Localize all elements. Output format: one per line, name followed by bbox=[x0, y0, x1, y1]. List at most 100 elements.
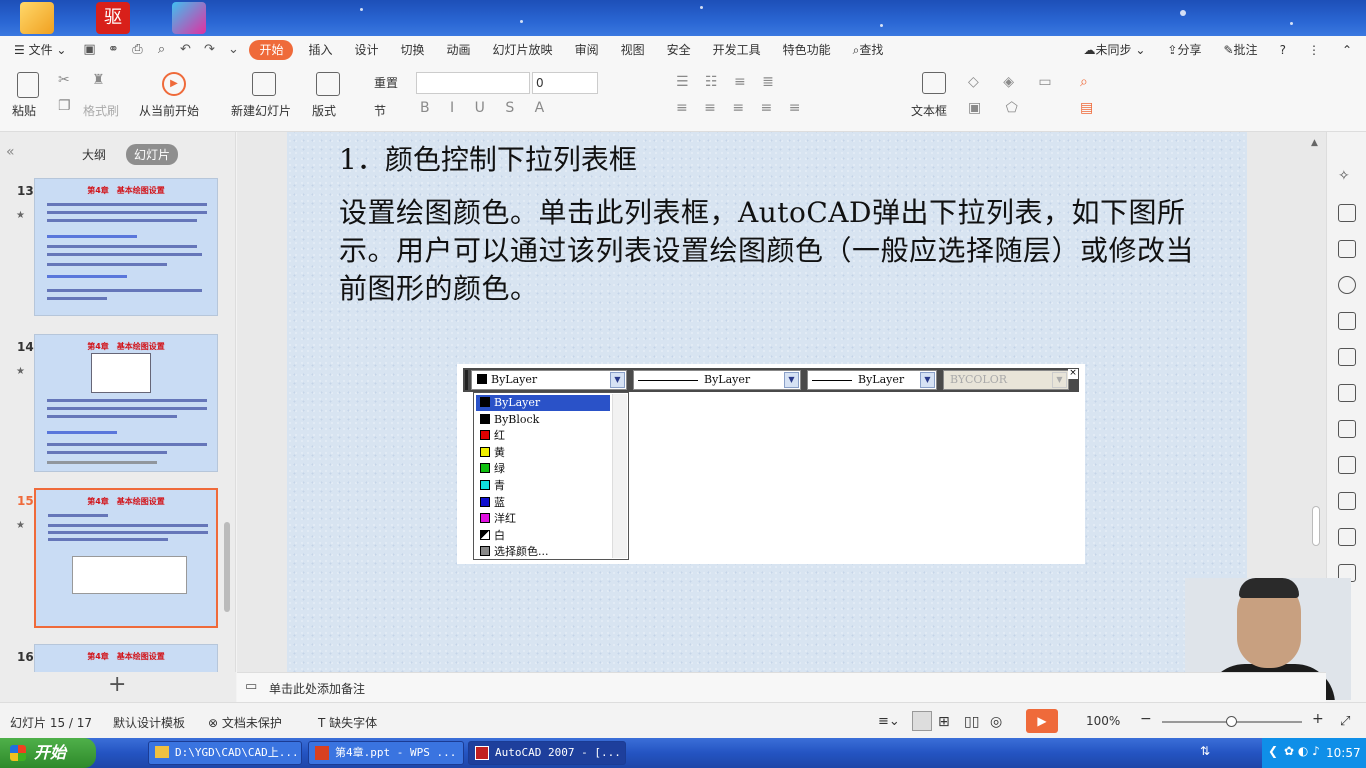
panel-scrollbar[interactable] bbox=[224, 522, 230, 612]
location-icon[interactable] bbox=[1338, 276, 1356, 294]
paragraph-icons[interactable]: ☰ ☷ ≡ ≣ bbox=[676, 74, 780, 90]
tab-outline[interactable]: 大纲 bbox=[74, 144, 114, 165]
slide-thumbnail-14[interactable]: 第4章 基本绘图设置 bbox=[34, 334, 218, 472]
tab-view[interactable]: 视图 bbox=[610, 36, 656, 64]
copy-icon[interactable]: ❐ bbox=[58, 98, 71, 114]
canvas-scroll-thumb[interactable] bbox=[1312, 506, 1320, 546]
from-current-button[interactable]: 从当前开始 bbox=[139, 102, 199, 119]
add-slide-button[interactable]: + bbox=[108, 672, 126, 697]
save-icon[interactable]: ▣ bbox=[80, 41, 98, 59]
undo-icon[interactable]: ↶ bbox=[176, 41, 194, 59]
slide-body-text[interactable]: 设置绘图颜色。单击此列表框，AutoCAD弹出下拉列表，如下图所示。用户可以通过… bbox=[339, 194, 1209, 308]
tab-insert[interactable]: 插入 bbox=[297, 36, 343, 64]
taskbar-item-wps[interactable]: 第4章.ppt - WPS ... bbox=[308, 741, 464, 765]
new-slide-button[interactable]: 新建幻灯片 bbox=[231, 102, 291, 119]
color-option[interactable]: 蓝 bbox=[476, 495, 610, 511]
slide-thumbnail-15[interactable]: 第4章 基本绘图设置 bbox=[34, 488, 218, 628]
missing-font-status[interactable]: T 缺失字体 bbox=[318, 714, 377, 731]
magic-icon[interactable]: ✧ bbox=[1338, 168, 1356, 186]
notes-bar[interactable]: ▭ 单击此处添加备注 bbox=[237, 672, 1326, 702]
taskbar-item-autocad[interactable]: AutoCAD 2007 - [... bbox=[468, 741, 626, 765]
tab-design[interactable]: 设计 bbox=[344, 36, 390, 64]
slide-title[interactable]: 1．颜色控制下拉列表框 bbox=[339, 138, 637, 178]
reading-view-icon[interactable]: ▯▯ bbox=[964, 714, 979, 730]
section-button[interactable]: 节 bbox=[374, 102, 386, 119]
color-option[interactable]: 洋红 bbox=[476, 511, 610, 527]
scroll-up-icon[interactable]: ▲ bbox=[1311, 138, 1318, 148]
zoom-slider-thumb[interactable] bbox=[1226, 716, 1237, 727]
redo-icon[interactable]: ↷ bbox=[200, 41, 218, 59]
link-icon[interactable]: ⚭ bbox=[104, 41, 122, 59]
format-painter-icon[interactable]: ♜ bbox=[92, 72, 105, 88]
align-icons[interactable]: ≡ ≡ ≡ ≡ ≡ bbox=[676, 100, 806, 116]
select-icon[interactable]: ▤ bbox=[1080, 100, 1093, 116]
tray-icons[interactable]: ✿ ◐ ♪ bbox=[1284, 744, 1320, 758]
tab-review[interactable]: 审阅 bbox=[564, 36, 610, 64]
color-option[interactable]: 绿 bbox=[476, 461, 610, 477]
grid-view-icon[interactable]: ⊞ bbox=[938, 714, 950, 730]
chevron-down-icon[interactable]: ▼ bbox=[920, 372, 935, 388]
search-button[interactable]: ⌕查找 bbox=[842, 36, 895, 64]
quick-access-chevron-icon[interactable]: ⌄ bbox=[224, 41, 242, 59]
sync-button[interactable]: ☁未同步 ⌄ bbox=[1073, 36, 1157, 64]
zoom-out-icon[interactable]: − bbox=[1140, 711, 1152, 727]
settings-sliders-icon[interactable] bbox=[1338, 456, 1356, 474]
comment-button[interactable]: ✎批注 bbox=[1212, 36, 1268, 64]
color-control-combo[interactable]: ByLayer ▼ bbox=[471, 370, 627, 390]
share-button[interactable]: ⇪分享 bbox=[1156, 36, 1212, 64]
tray-chevron-icon[interactable]: ❮ bbox=[1268, 744, 1278, 758]
more-icon[interactable]: ⋮ bbox=[1297, 36, 1331, 64]
lineweight-control-combo[interactable]: ByLayer ▼ bbox=[807, 370, 937, 390]
color-option[interactable]: 青 bbox=[476, 478, 610, 494]
color-option[interactable]: 黄 bbox=[476, 445, 610, 461]
export-icon[interactable] bbox=[1338, 528, 1356, 546]
tab-home[interactable]: 开始 bbox=[249, 40, 294, 60]
shape-icons[interactable]: ◇ ◈ ▭ bbox=[968, 74, 1062, 90]
clipboard-icon[interactable] bbox=[17, 72, 39, 98]
protect-status[interactable]: ⊗ 文档未保护 bbox=[208, 714, 282, 731]
tab-security[interactable]: 安全 bbox=[656, 36, 702, 64]
shape-icon[interactable] bbox=[1338, 240, 1356, 258]
font-size-select[interactable]: 0 bbox=[532, 72, 598, 94]
font-format-icons[interactable]: B I U S A bbox=[420, 100, 552, 116]
tab-slides[interactable]: 幻灯片 bbox=[126, 144, 179, 165]
layout-button[interactable]: 版式 bbox=[312, 102, 336, 119]
network-icon[interactable]: ⇅ bbox=[1200, 744, 1210, 758]
desktop-icon-driver[interactable]: 驱 bbox=[96, 2, 130, 34]
tab-animation[interactable]: 动画 bbox=[436, 36, 482, 64]
collapse-ribbon-icon[interactable]: ⌃ bbox=[1331, 36, 1366, 64]
font-name-select[interactable] bbox=[416, 72, 530, 94]
picture-icons[interactable]: ▣ ⬠ bbox=[968, 100, 1028, 116]
table-icon[interactable] bbox=[1338, 348, 1356, 366]
play-slideshow-button[interactable]: ▶ bbox=[1026, 709, 1058, 733]
format-painter-button[interactable]: 格式刷 bbox=[83, 102, 119, 119]
reset-button[interactable]: 重置 bbox=[374, 74, 398, 91]
textbox-icon[interactable] bbox=[922, 72, 946, 94]
help-icon[interactable]: ? bbox=[1269, 36, 1297, 64]
taskbar-item-explorer[interactable]: D:\YGD\CAD\CAD上... bbox=[148, 741, 302, 765]
play-icon[interactable]: ▶ bbox=[162, 72, 186, 96]
print-preview-icon[interactable]: ⌕ bbox=[152, 41, 170, 59]
tab-transition[interactable]: 切换 bbox=[390, 36, 436, 64]
cut-icon[interactable]: ✂ bbox=[58, 72, 70, 88]
presenter-view-icon[interactable]: ◎ bbox=[990, 714, 1002, 730]
zoom-level[interactable]: 100% bbox=[1086, 714, 1120, 728]
textbox-button[interactable]: 文本框 bbox=[911, 102, 947, 119]
clock[interactable]: 10:57 bbox=[1326, 746, 1361, 760]
chevron-down-icon[interactable]: ▼ bbox=[784, 372, 799, 388]
start-button[interactable]: 开始 bbox=[0, 738, 96, 768]
normal-view-icon[interactable] bbox=[912, 711, 932, 731]
notes-placeholder[interactable]: 单击此处添加备注 bbox=[269, 680, 365, 697]
color-option[interactable]: ByBlock bbox=[476, 412, 610, 428]
collapse-panel-icon[interactable]: « bbox=[6, 144, 15, 160]
chevron-down-icon[interactable]: ▼ bbox=[610, 372, 625, 388]
fill-icon[interactable] bbox=[1338, 312, 1356, 330]
copy-layout-icon[interactable] bbox=[1338, 204, 1356, 222]
color-option[interactable]: 选择颜色... bbox=[476, 544, 610, 560]
image-icon[interactable] bbox=[1338, 492, 1356, 510]
tab-developer[interactable]: 开发工具 bbox=[702, 36, 772, 64]
print-icon[interactable]: ⎙ bbox=[128, 41, 146, 59]
color-option[interactable]: ByLayer bbox=[476, 395, 610, 411]
desktop-icon-app[interactable] bbox=[172, 2, 206, 34]
tab-special[interactable]: 特色功能 bbox=[772, 36, 842, 64]
